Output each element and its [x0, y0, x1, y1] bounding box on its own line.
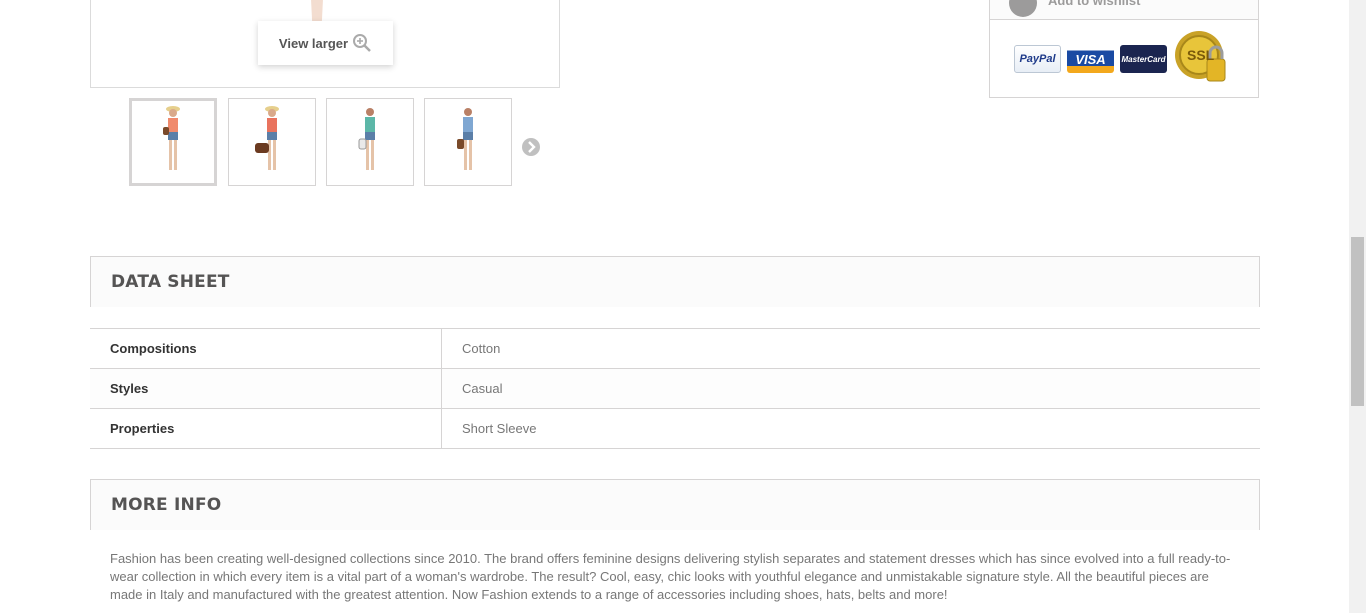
wishlist-row[interactable]: Add to wishlist [990, 0, 1258, 20]
mastercard-logo: MasterCard [1120, 45, 1167, 73]
data-sheet-key: Compositions [90, 328, 442, 369]
data-sheet-title: DATA SHEET [111, 272, 230, 292]
ssl-text: SSL [1187, 47, 1215, 63]
thumbnail-next-button[interactable] [521, 137, 541, 157]
scrollbar-thumb[interactable] [1351, 237, 1364, 406]
table-row: Properties Short Sleeve [90, 408, 1260, 449]
table-row: Styles Casual [90, 368, 1260, 409]
table-row: Compositions Cotton [90, 328, 1260, 369]
data-sheet-header: DATA SHEET [90, 256, 1260, 307]
model-figure-icon [255, 106, 279, 170]
model-figure-icon [457, 108, 473, 170]
data-sheet-value: Short Sleeve [441, 408, 1260, 449]
data-sheet-table: Compositions Cotton Styles Casual Properties… [90, 328, 1260, 449]
view-larger-label: View larger [278, 35, 349, 51]
thumbnail-4[interactable] [424, 98, 512, 186]
thumbnail-1[interactable] [129, 98, 217, 186]
model-figure-icon [358, 108, 375, 170]
page-scrollbar[interactable] [1349, 0, 1366, 613]
more-info-text: Fashion has been creating well-designed … [110, 551, 1231, 602]
chevron-right-icon [522, 138, 540, 156]
ssl-badge-icon: SSL [1173, 29, 1229, 85]
data-sheet-value: Casual [441, 368, 1260, 409]
zoom-in-icon [352, 33, 372, 53]
data-sheet-key: Properties [90, 408, 442, 449]
buy-box: Add to wishlist PayPal VISA MasterCard S… [989, 0, 1259, 98]
more-info-title: MORE INFO [111, 495, 222, 515]
visa-logo: VISA [1067, 45, 1114, 73]
wishlist-label: Add to wishlist [1048, 0, 1141, 8]
paypal-logo: PayPal [1014, 45, 1061, 73]
more-info-header: MORE INFO [90, 479, 1260, 530]
main-product-image[interactable]: View larger [90, 0, 560, 88]
model-figure-icon [163, 106, 180, 170]
thumbnail-2[interactable] [228, 98, 316, 186]
data-sheet-key: Styles [90, 368, 442, 409]
payment-logos: PayPal VISA MasterCard SSL [1014, 31, 1229, 85]
heart-icon [1009, 0, 1037, 17]
view-larger-button[interactable]: View larger [258, 21, 393, 65]
data-sheet-value: Cotton [441, 328, 1260, 369]
thumbnail-3[interactable] [326, 98, 414, 186]
